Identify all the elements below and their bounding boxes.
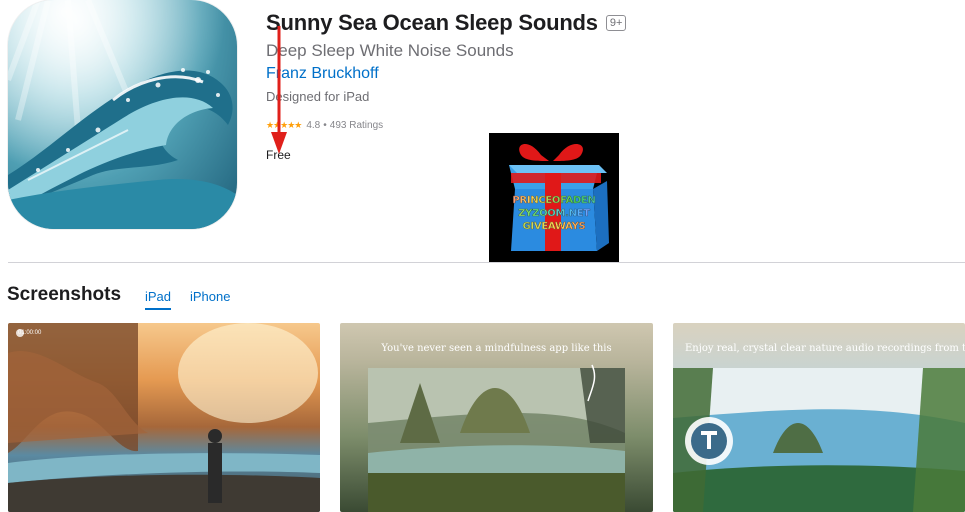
tab-iphone[interactable]: iPhone [190,289,230,304]
annotation-arrow-icon [271,26,287,154]
rating-count: 493 Ratings [329,120,384,131]
age-rating-badge: 9+ [605,15,627,31]
screenshot-3-caption: Enjoy real, crystal clear nature audio r… [685,343,965,354]
app-subtitle: Deep Sleep White Noise Sounds [266,41,514,60]
beach-arch-scene [8,323,320,512]
title-row: Sunny Sea Ocean Sleep Sounds 9+ [266,10,627,36]
screenshot-2[interactable]: You've never seen a mindfulness app like… [340,323,653,512]
giveaway-line-3: GIVEAWAYS [489,221,619,232]
wave-artwork [8,0,237,229]
app-title: Sunny Sea Ocean Sleep Sounds [266,10,598,35]
screenshot-1[interactable] [8,323,320,512]
giveaway-gift-logo: PRINCEOFADEN ZYZOOM.NET GIVEAWAYS [489,133,619,263]
giveaway-line-2: ZYZOOM.NET [489,208,619,219]
section-divider [8,262,965,263]
screenshots-heading: Screenshots [7,284,122,305]
rating-separator: • [323,120,327,131]
app-icon [8,0,237,229]
giveaway-line-1: PRINCEOFADEN [489,195,619,206]
screenshot-2-caption: You've never seen a mindfulness app like… [381,343,612,354]
rating-score: 4.8 [306,120,321,131]
screenshot-timer: 01:00:00 [18,330,42,336]
screenshot-3[interactable]: Enjoy real, crystal clear nature audio r… [673,323,965,512]
tab-ipad[interactable]: iPad [145,289,172,310]
